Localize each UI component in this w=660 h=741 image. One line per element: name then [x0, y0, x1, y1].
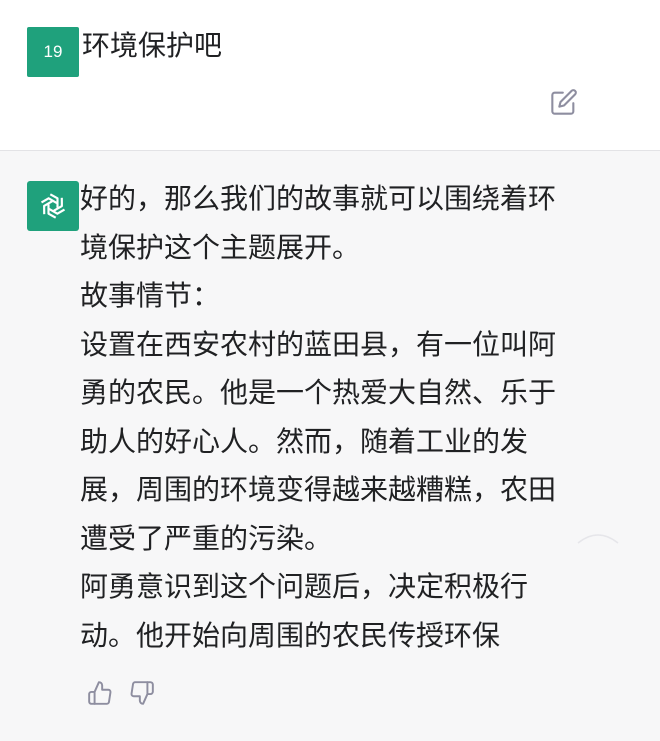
feedback-buttons — [86, 679, 156, 707]
assistant-message-row: 好的，那么我们的故事就可以围绕着环境保护这个主题展开。 故事情节： 设置在西安农… — [0, 151, 660, 741]
assistant-paragraph: 好的，那么我们的故事就可以围绕着环境保护这个主题展开。 — [80, 182, 557, 264]
scroll-indicator[interactable] — [576, 531, 620, 545]
thumbs-down-button[interactable] — [128, 679, 156, 707]
user-message-text: 环境保护吧 — [82, 29, 223, 62]
assistant-paragraph: 故事情节： — [80, 279, 221, 312]
user-message-row: 19 环境保护吧 — [0, 0, 660, 150]
openai-logo-icon — [40, 193, 66, 219]
thumbs-up-button[interactable] — [86, 679, 114, 707]
assistant-paragraph: 阿勇意识到这个问题后，决定积极行动。他开始向周围的农民传授环保 — [80, 570, 529, 652]
user-avatar-text: 19 — [43, 42, 63, 61]
edit-button[interactable] — [548, 86, 580, 118]
edit-icon — [551, 89, 577, 115]
assistant-message-text: 好的，那么我们的故事就可以围绕着环境保护这个主题展开。 故事情节： 设置在西安农… — [80, 175, 580, 660]
user-avatar: 19 — [27, 27, 79, 77]
assistant-avatar — [27, 181, 79, 231]
thumbs-up-icon — [88, 681, 112, 705]
assistant-paragraph: 设置在西安农村的蓝田县，有一位叫阿勇的农民。他是一个热爱大自然、乐于助人的好心人… — [80, 327, 557, 555]
thumbs-down-icon — [130, 681, 154, 705]
